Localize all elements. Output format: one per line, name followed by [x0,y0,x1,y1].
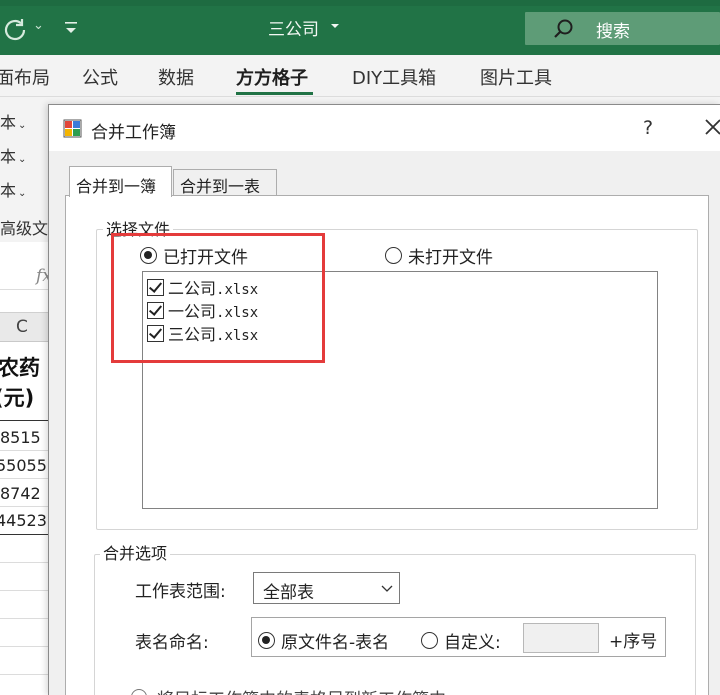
select-files-legend: 选择文件 [103,216,174,240]
cell-border [0,534,48,535]
tab-page-layout[interactable]: 面布局 [0,64,50,90]
cell-border [0,674,48,675]
radio-custom-name[interactable]: 自定义: [421,628,501,653]
close-icon[interactable] [704,117,720,137]
cell-border [0,646,48,647]
radio-original-name[interactable]: 原文件名-表名 [258,628,389,653]
radio-custom-name-label: 自定义: [444,633,501,653]
tab-fangfange[interactable]: 方方格子 [236,64,308,90]
file-list[interactable]: 二公司.xlsx 一公司.xlsx 三公司.xlsx [142,271,658,509]
radio-original-name-indicator[interactable] [258,632,275,649]
radio-unopened-files-indicator[interactable] [385,247,402,264]
column-header-c[interactable]: C [0,312,48,342]
sheet-range-select[interactable]: 全部表 [253,572,400,604]
radio-unopened-files-label: 未打开文件 [408,248,493,268]
cell-value[interactable]: 44523 [0,511,47,530]
radio-custom-name-indicator[interactable] [421,632,438,649]
cell-header-line2[interactable]: (元) [0,382,34,412]
document-title[interactable]: 三公司 [268,15,319,40]
title-bar-top-strip [0,0,720,6]
document-title-dropdown-icon[interactable] [330,22,340,30]
tab-merge-to-workbook[interactable]: 合并到一簿 [69,166,172,197]
help-button[interactable]: ? [643,117,653,139]
ribbon-item[interactable]: 本 ⌄ [0,143,26,167]
search-icon [554,19,573,38]
search-label: 搜索 [596,22,630,42]
ribbon-tab-bar: 面布局 公式 数据 方方格子 DIY工具箱 图片工具 [0,55,720,97]
custom-name-input[interactable] [523,623,599,653]
customize-quick-access-icon[interactable] [62,16,80,38]
file-name: 一公司.xlsx [168,302,259,321]
merge-options-legend: 合并选项 [100,540,171,564]
cell-border [0,562,48,563]
cell-border [0,506,48,507]
cell-value[interactable]: 55055 [0,456,47,475]
dialog-title: 合并工作簿 [91,123,176,143]
file-name: 三公司.xlsx [168,325,259,344]
file-checkbox[interactable] [147,301,164,319]
radio-opened-files[interactable]: 已打开文件 [140,243,248,268]
cell-header-line1[interactable]: 农药 [0,352,40,382]
dialog-title-bar[interactable]: 合并工作簿 ? [49,105,720,151]
cell-border [0,478,48,479]
redo-dropdown-icon[interactable]: ⌄ [33,18,44,33]
radio-opened-files-indicator[interactable] [140,247,157,264]
radio-opened-files-label: 已打开文件 [163,248,248,268]
file-checkbox[interactable] [147,324,164,342]
excel-title-bar: ⌄ 三公司 搜索 [0,0,720,55]
sequence-suffix-label: +序号 [609,632,658,652]
file-list-item[interactable]: 二公司.xlsx [147,275,258,299]
sheet-range-value: 全部表 [263,583,314,603]
merge-workbook-dialog: 合并工作簿 ? 合并到一簿 合并到一表 选择文件 合并选项 已打开文件 未打开文… [48,104,720,695]
chevron-down-icon [381,585,393,592]
file-list-item[interactable]: 三公司.xlsx [147,321,258,345]
cell-border [0,590,48,591]
tab-picture-tools[interactable]: 图片工具 [480,64,552,90]
file-name: 二公司.xlsx [168,279,259,298]
tab-diy-toolbox[interactable]: DIY工具箱 [352,64,436,90]
cell-value[interactable]: 8515 [0,428,41,447]
cell-border [0,450,48,451]
cell-value[interactable]: 8742 [0,484,41,503]
tab-formulas[interactable]: 公式 [82,64,118,90]
cell-border [0,420,48,421]
tab-merge-to-sheet[interactable]: 合并到一表 [173,169,277,196]
sheet-range-label: 工作表范围: [135,582,226,602]
sheet-naming-label: 表名命名: [135,633,209,653]
radio-original-name-label: 原文件名-表名 [281,633,390,653]
app-window-icon [63,119,82,138]
radio-unopened-files[interactable]: 未打开文件 [385,243,493,268]
file-checkbox[interactable] [147,278,164,296]
new-workbook-option-label: 将目标工作簿中的表格另到新工作簿中 [157,685,446,695]
ribbon-item[interactable]: 本 ⌄ [0,177,26,201]
tab-data[interactable]: 数据 [158,64,194,90]
redo-icon[interactable] [2,16,30,44]
ribbon-item-advanced-text[interactable]: 高级文 [0,215,48,239]
file-list-item[interactable]: 一公司.xlsx [147,298,258,322]
active-tab-indicator [236,92,313,95]
ribbon-item[interactable]: 本 ⌄ [0,109,26,133]
cell-border [0,618,48,619]
